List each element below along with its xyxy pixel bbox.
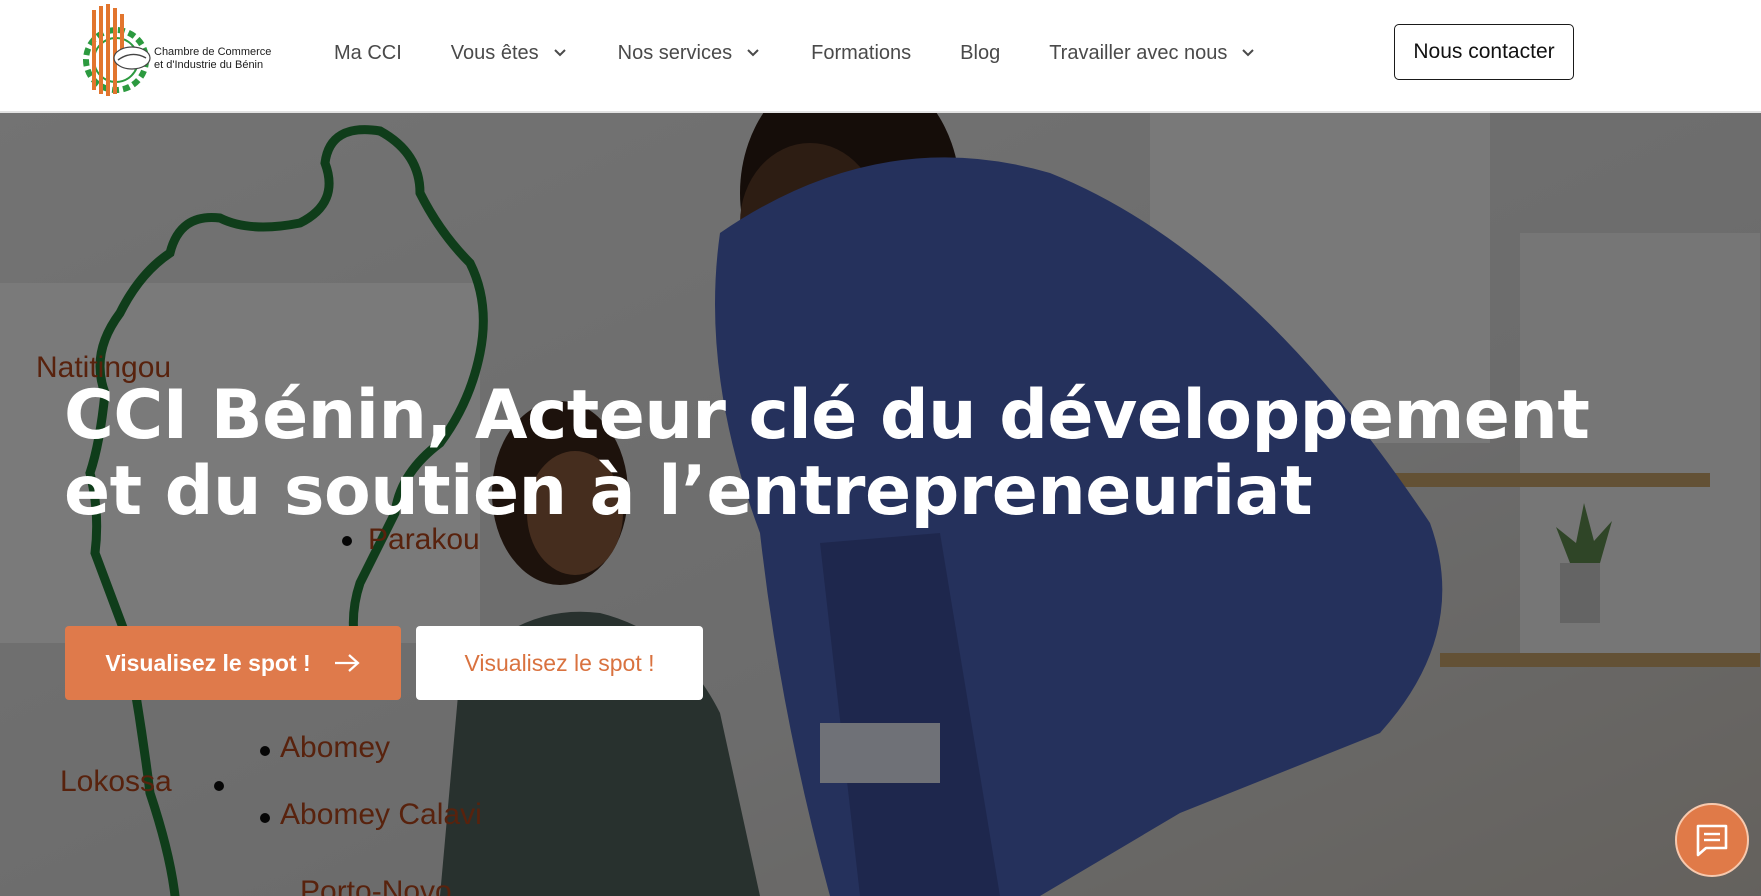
contact-button[interactable]: Nous contacter — [1394, 24, 1574, 80]
nav-item-nos-services[interactable]: Nos services — [618, 42, 762, 65]
nav-item-vous-etes[interactable]: Vous êtes — [451, 42, 569, 65]
arrow-right-icon — [334, 654, 360, 672]
nav-label: Vous êtes — [450, 41, 539, 64]
nav-item-travailler-avec-nous[interactable]: Travailler avec nous — [1049, 42, 1257, 65]
button-label: Visualisez le spot ! — [105, 649, 311, 676]
chat-launcher-button[interactable] — [1675, 803, 1749, 877]
nav-label: Formations — [811, 41, 912, 64]
watch-spot-button-primary[interactable]: Visualisez le spot ! — [65, 626, 401, 700]
nav-item-ma-cci[interactable]: Ma CCI — [334, 42, 402, 65]
nav-label: Nos services — [617, 41, 733, 64]
cci-benin-logo[interactable]: Chambre de Commerce et d'Industrie du Bé… — [72, 2, 282, 104]
button-label: Visualisez le spot ! — [464, 649, 655, 676]
logo-line-2: et d'Industrie du Bénin — [154, 59, 264, 71]
watch-spot-button-secondary[interactable]: Visualisez le spot ! — [416, 626, 703, 700]
nav-label: Blog — [960, 41, 1001, 64]
hero-title-line-2: et du soutien à l’entrepreneuriat — [64, 452, 1313, 531]
nav-label: Travailler avec nous — [1049, 41, 1228, 64]
hero-section: Natitingou Parakou Abomey Lokossa Abomey… — [0, 113, 1761, 896]
chevron-down-icon — [747, 49, 759, 57]
nav-item-blog[interactable]: Blog — [960, 42, 1000, 65]
chevron-down-icon — [1242, 49, 1255, 57]
site-header: Chambre de Commerce et d'Industrie du Bé… — [0, 0, 1761, 113]
chat-icon — [1696, 824, 1728, 857]
nav-label: Ma CCI — [334, 41, 402, 64]
logo-text: Chambre de Commerce et d'Industrie du Bé… — [154, 46, 271, 72]
main-nav: Ma CCI Vous êtes Nos services Formations… — [334, 0, 1306, 106]
hero-title: CCI Bénin, Acteur clé du développement e… — [64, 378, 1704, 530]
logo-gear-icon — [83, 4, 151, 96]
hero-title-line-1: CCI Bénin, Acteur clé du développement — [64, 376, 1590, 455]
chevron-down-icon — [553, 49, 566, 57]
nav-item-formations[interactable]: Formations — [811, 42, 911, 65]
logo-line-1: Chambre de Commerce — [154, 46, 272, 58]
